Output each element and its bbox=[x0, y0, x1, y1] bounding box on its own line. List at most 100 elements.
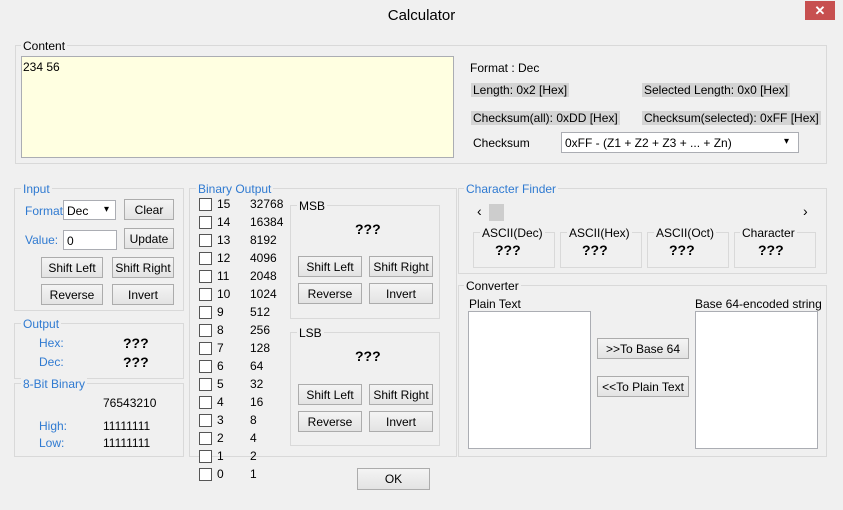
bit-weight: 4096 bbox=[250, 251, 277, 265]
clear-button[interactable]: Clear bbox=[124, 199, 174, 220]
close-button[interactable]: ✕ bbox=[805, 1, 835, 20]
bit-weight: 4 bbox=[250, 431, 257, 445]
base64-text-area[interactable] bbox=[695, 311, 818, 449]
bit-index: 12 bbox=[217, 251, 231, 265]
bit-checkbox[interactable] bbox=[199, 288, 212, 301]
bit-weight: 64 bbox=[250, 359, 264, 373]
value-field-label: Value: bbox=[25, 233, 59, 247]
ascii-dec-label: ASCII(Dec) bbox=[480, 226, 545, 240]
chevron-down-icon: ▾ bbox=[784, 136, 790, 147]
format-select[interactable]: Dec ▾ bbox=[63, 200, 116, 220]
ok-button[interactable]: OK bbox=[357, 468, 430, 490]
bit-index: 1 bbox=[217, 449, 224, 463]
bit-index: 0 bbox=[217, 467, 224, 481]
scroll-right-icon[interactable]: › bbox=[803, 203, 808, 219]
content-group-label: Content bbox=[21, 39, 68, 53]
bit-checkbox[interactable] bbox=[199, 252, 212, 265]
to-base64-button[interactable]: >>To Base 64 bbox=[597, 338, 689, 359]
input-invert-button[interactable]: Invert bbox=[112, 284, 174, 305]
bit-index: 3 bbox=[217, 413, 224, 427]
high-value: 11111111 bbox=[103, 419, 151, 433]
bit-index: 2 bbox=[217, 431, 224, 445]
input-shift-right-button[interactable]: Shift Right bbox=[112, 257, 174, 278]
bit-index: 6 bbox=[217, 359, 224, 373]
bit-checkbox[interactable] bbox=[199, 306, 212, 319]
output-group bbox=[14, 323, 184, 379]
low-value: 11111111 bbox=[103, 436, 151, 450]
dec-label: Dec: bbox=[39, 355, 64, 369]
bit-index: 9 bbox=[217, 305, 224, 319]
bit-checkbox[interactable] bbox=[199, 216, 212, 229]
ascii-dec-value: ??? bbox=[495, 242, 521, 258]
value-input[interactable]: 0 bbox=[63, 230, 117, 250]
dec-value: ??? bbox=[123, 354, 149, 370]
bit-checkbox[interactable] bbox=[199, 234, 212, 247]
bit-weight: 128 bbox=[250, 341, 271, 355]
hex-value: ??? bbox=[123, 335, 149, 351]
update-button[interactable]: Update bbox=[124, 228, 174, 249]
bit-weight: 16 bbox=[250, 395, 264, 409]
converter-group-label: Converter bbox=[464, 279, 521, 293]
scroll-thumb[interactable] bbox=[489, 204, 504, 221]
bit-checkbox[interactable] bbox=[199, 270, 212, 283]
bit-weight: 512 bbox=[250, 305, 271, 319]
bit-checkbox[interactable] bbox=[199, 342, 212, 355]
msb-group-label: MSB bbox=[297, 199, 328, 213]
client-area: Content 234 56 Format : Dec Length: 0x2 … bbox=[8, 31, 835, 502]
lsb-value: ??? bbox=[355, 348, 381, 364]
msb-shift-right-button[interactable]: Shift Right bbox=[369, 256, 433, 277]
chevron-down-icon: ▾ bbox=[104, 204, 110, 215]
msb-invert-button[interactable]: Invert bbox=[369, 283, 433, 304]
character-value: ??? bbox=[758, 242, 784, 258]
input-reverse-button[interactable]: Reverse bbox=[41, 284, 103, 305]
bit-index: 11 bbox=[217, 269, 230, 283]
msb-shift-left-button[interactable]: Shift Left bbox=[298, 256, 362, 277]
character-label: Character bbox=[740, 226, 797, 240]
content-textarea[interactable]: 234 56 bbox=[21, 56, 454, 158]
lsb-invert-button[interactable]: Invert bbox=[369, 411, 433, 432]
high-label: High: bbox=[39, 419, 68, 433]
bit-checkbox[interactable] bbox=[199, 432, 212, 445]
lsb-reverse-button[interactable]: Reverse bbox=[298, 411, 362, 432]
bit-weight: 256 bbox=[250, 323, 271, 337]
value-input-text: 0 bbox=[67, 234, 74, 248]
bit-index: 8 bbox=[217, 323, 224, 337]
to-plain-text-button[interactable]: <<To Plain Text bbox=[597, 376, 689, 397]
bit-checkbox[interactable] bbox=[199, 468, 212, 481]
lsb-shift-left-button[interactable]: Shift Left bbox=[298, 384, 362, 405]
ascii-oct-label: ASCII(Oct) bbox=[654, 226, 717, 240]
bit-index: 4 bbox=[217, 395, 224, 409]
output-group-label: Output bbox=[21, 317, 62, 331]
calculator-window: Calculator ✕ Content 234 56 Format : Dec… bbox=[0, 0, 843, 510]
bit-weight: 2 bbox=[250, 449, 257, 463]
bit-checkbox[interactable] bbox=[199, 450, 212, 463]
lsb-shift-right-button[interactable]: Shift Right bbox=[369, 384, 433, 405]
content-text: 234 56 bbox=[23, 60, 60, 74]
length-label: Length: 0x2 [Hex] bbox=[471, 83, 570, 97]
plain-text-area[interactable] bbox=[468, 311, 591, 449]
bit-index: 13 bbox=[217, 233, 231, 247]
input-group-label: Input bbox=[21, 182, 52, 196]
bit-checkbox[interactable] bbox=[199, 378, 212, 391]
bit-index: 7 bbox=[217, 341, 224, 355]
bit-weight: 32 bbox=[250, 377, 264, 391]
msb-reverse-button[interactable]: Reverse bbox=[298, 283, 362, 304]
scroll-left-icon[interactable]: ‹ bbox=[477, 203, 482, 219]
ascii-hex-label: ASCII(Hex) bbox=[567, 226, 632, 240]
bit-weight: 1024 bbox=[250, 287, 277, 301]
plain-text-label: Plain Text bbox=[469, 297, 521, 311]
bit-checkbox[interactable] bbox=[199, 198, 212, 211]
char-scrollbar[interactable]: ‹ › bbox=[477, 203, 813, 221]
bit-checkbox[interactable] bbox=[199, 360, 212, 373]
bit-checkbox[interactable] bbox=[199, 414, 212, 427]
window-title: Calculator bbox=[387, 7, 456, 24]
bit-index: 15 bbox=[217, 197, 231, 211]
bit-weight: 1 bbox=[250, 467, 257, 481]
msb-value: ??? bbox=[355, 221, 381, 237]
bit-weight: 32768 bbox=[250, 197, 284, 211]
bit-checkbox[interactable] bbox=[199, 324, 212, 337]
bit-checkbox[interactable] bbox=[199, 396, 212, 409]
input-shift-left-button[interactable]: Shift Left bbox=[41, 257, 103, 278]
checksum-select[interactable]: 0xFF - (Z1 + Z2 + Z3 + ... + Zn) ▾ bbox=[561, 132, 799, 153]
bit-digits: 76543210 bbox=[103, 396, 157, 410]
